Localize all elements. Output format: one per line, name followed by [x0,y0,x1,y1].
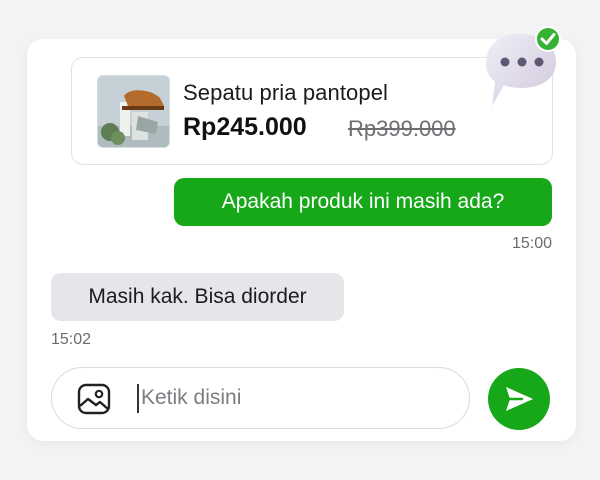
incoming-message: Masih kak. Bisa diorder [51,273,344,321]
product-image [97,75,170,148]
check-icon [535,26,561,52]
outgoing-message-time: 15:00 [511,235,552,252]
chat-bubble-icon [476,22,566,112]
message-input[interactable] [141,378,451,418]
image-icon[interactable] [76,381,112,417]
incoming-message-time: 15:02 [51,331,92,348]
product-original-price: Rp399.000 [348,116,456,141]
product-price: Rp245.000 [183,113,307,141]
text-caret [137,384,139,413]
outgoing-message: Apakah produk ini masih ada? [174,178,552,226]
message-composer [51,367,470,429]
send-icon [506,387,533,411]
product-title: Sepatu pria pantopel [183,80,389,105]
send-button[interactable] [488,368,550,430]
